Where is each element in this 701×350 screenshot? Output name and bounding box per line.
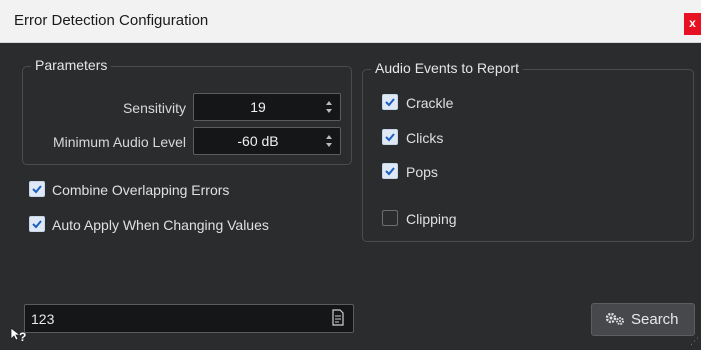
combine-overlapping-label[interactable]: Combine Overlapping Errors xyxy=(52,182,229,198)
resize-grip-icon[interactable]: ⋰ xyxy=(690,336,699,347)
gears-icon xyxy=(605,312,624,325)
title-bar: Error Detection Configuration x xyxy=(0,0,701,43)
pops-checkbox[interactable] xyxy=(382,163,398,179)
close-button[interactable]: x xyxy=(684,13,701,35)
crackle-checkbox[interactable] xyxy=(382,94,398,110)
sensitivity-label: Sensitivity xyxy=(122,100,186,116)
auto-apply-label[interactable]: Auto Apply When Changing Values xyxy=(52,217,269,233)
dialog-body: Parameters Sensitivity 19 Minimum Audio … xyxy=(0,43,701,349)
checkmark-icon xyxy=(385,167,395,176)
preset-name-value: 123 xyxy=(31,311,55,327)
crackle-label[interactable]: Crackle xyxy=(406,95,453,111)
close-icon: x xyxy=(689,16,696,30)
clipping-label[interactable]: Clipping xyxy=(406,211,457,227)
spin-arrows-icon[interactable] xyxy=(325,100,333,114)
auto-apply-checkbox[interactable] xyxy=(29,216,45,232)
pops-label[interactable]: Pops xyxy=(406,164,438,180)
help-cursor-icon[interactable]: ? xyxy=(10,327,28,350)
clicks-checkbox[interactable] xyxy=(382,129,398,145)
checkmark-icon xyxy=(32,185,42,194)
sensitivity-value: 19 xyxy=(250,99,266,115)
help-glyph: ? xyxy=(19,330,27,344)
sensitivity-spinbox[interactable]: 19 xyxy=(193,93,341,121)
audio-events-legend: Audio Events to Report xyxy=(371,60,523,76)
min-audio-level-spinbox[interactable]: -60 dB xyxy=(193,127,341,155)
clicks-label[interactable]: Clicks xyxy=(406,130,443,146)
checkmark-icon xyxy=(385,133,395,142)
parameters-legend: Parameters xyxy=(31,57,112,73)
min-audio-level-value: -60 dB xyxy=(237,133,279,149)
document-icon[interactable] xyxy=(331,309,345,326)
preset-name-field[interactable]: 123 xyxy=(24,304,354,333)
spin-arrows-icon[interactable] xyxy=(325,134,333,148)
checkmark-icon xyxy=(32,220,42,229)
window-title: Error Detection Configuration xyxy=(14,12,209,29)
combine-overlapping-checkbox[interactable] xyxy=(29,181,45,197)
checkmark-icon xyxy=(385,98,395,107)
clipping-checkbox[interactable] xyxy=(382,210,398,226)
min-audio-level-label: Minimum Audio Level xyxy=(52,134,186,150)
search-button-label: Search xyxy=(631,311,679,328)
search-button[interactable]: Search xyxy=(591,303,695,336)
